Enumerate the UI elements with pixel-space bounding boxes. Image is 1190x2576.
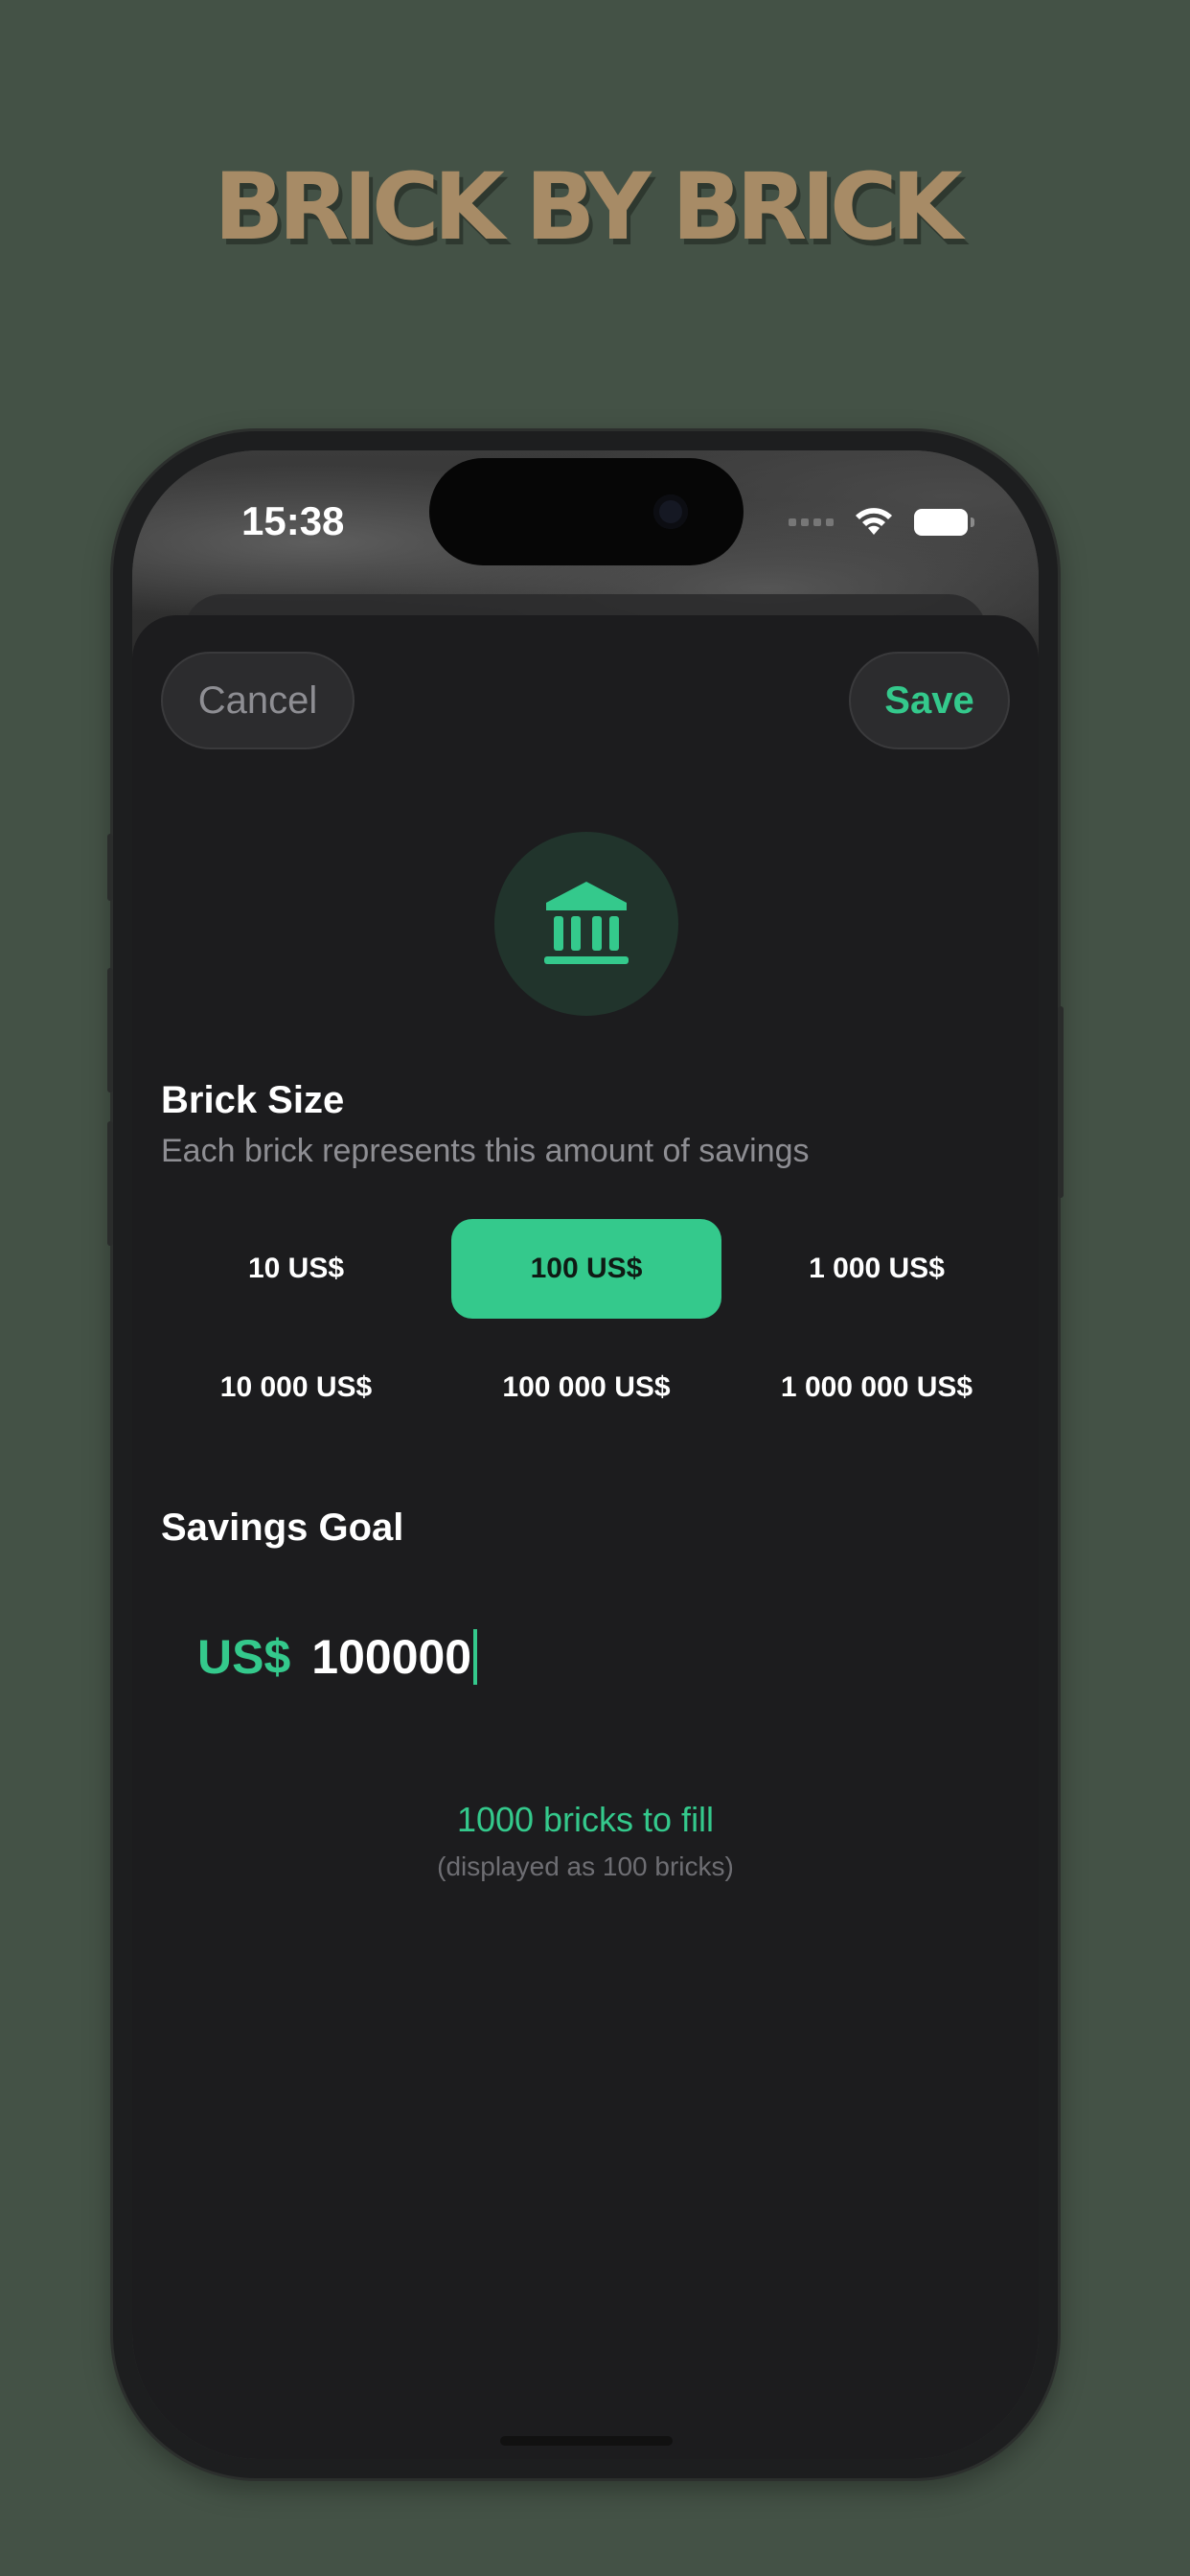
phone-frame: 15:38 Cancel Save Brick Size Each brick … xyxy=(107,431,1064,2478)
goal-icon-badge xyxy=(494,832,678,1016)
signal-icon xyxy=(789,518,834,526)
bank-icon xyxy=(544,882,629,964)
currency-label: US$ xyxy=(197,1630,291,1684)
volume-down-button xyxy=(107,1121,113,1246)
displayed-bricks-text: (displayed as 100 bricks) xyxy=(437,1852,734,1881)
brick-size-option-10[interactable]: 10 US$ xyxy=(161,1219,431,1319)
dynamic-island xyxy=(429,458,744,565)
home-indicator[interactable] xyxy=(500,2436,673,2446)
status-time: 15:38 xyxy=(241,498,345,543)
camera-icon xyxy=(653,494,688,529)
brick-size-option-100000[interactable]: 100 000 US$ xyxy=(451,1338,721,1438)
brick-size-title: Brick Size xyxy=(161,1079,345,1121)
brick-size-subtitle: Each brick represents this amount of sav… xyxy=(161,1133,810,1169)
brick-size-option-100[interactable]: 100 US$ xyxy=(451,1219,721,1319)
phone-screen: 15:38 Cancel Save Brick Size Each brick … xyxy=(132,450,1039,2459)
savings-goal-input[interactable]: 100000 xyxy=(311,1629,471,1685)
brick-size-option-1000[interactable]: 1 000 US$ xyxy=(742,1219,1012,1319)
save-button[interactable]: Save xyxy=(849,652,1010,749)
cancel-button[interactable]: Cancel xyxy=(161,652,355,749)
volume-up-button xyxy=(107,968,113,1092)
power-button xyxy=(1058,1006,1064,1198)
brick-size-options: 10 US$ 100 US$ 1 000 US$ 10 000 US$ 100 … xyxy=(161,1219,1012,1438)
promo-headline: BRICK BY BRICK xyxy=(214,153,963,261)
text-cursor xyxy=(473,1629,478,1685)
savings-goal-title: Savings Goal xyxy=(161,1506,404,1549)
action-button xyxy=(107,834,113,901)
wifi-icon xyxy=(856,508,892,535)
status-icons xyxy=(789,506,974,539)
savings-goal-field[interactable]: US$ 100000 xyxy=(197,1629,478,1685)
brick-size-option-10000[interactable]: 10 000 US$ xyxy=(161,1338,431,1438)
battery-icon xyxy=(914,509,974,536)
bricks-to-fill-text: 1000 bricks to fill xyxy=(456,1800,715,1839)
brick-size-option-1000000[interactable]: 1 000 000 US$ xyxy=(742,1338,1012,1438)
edit-goal-sheet: Cancel Save Brick Size Each brick repres… xyxy=(132,615,1039,2459)
